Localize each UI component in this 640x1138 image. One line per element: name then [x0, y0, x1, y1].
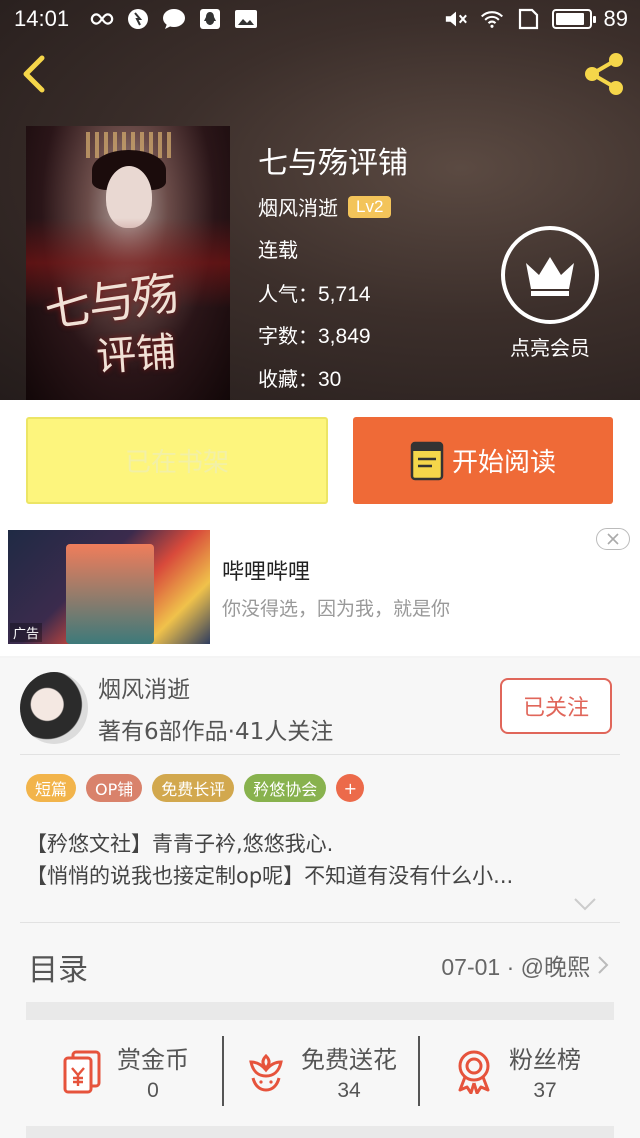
ad-image[interactable]: 广告 [8, 530, 210, 644]
book-title: 七与殇评铺 [258, 146, 408, 181]
follow-button[interactable]: 已关注 [500, 678, 612, 734]
battery-icon [551, 9, 596, 29]
sim-icon [516, 8, 540, 30]
toc-label[interactable]: 目录 [28, 945, 88, 989]
cover-subtitle: 评铺 [94, 329, 178, 381]
stat-label: 免费送花 [301, 1045, 397, 1074]
app-notification-icon [126, 8, 150, 30]
author-panel-stats: 著有6部作品·41人关注 [98, 719, 334, 745]
mute-icon [444, 8, 468, 30]
vip-label: 点亮会员 [510, 336, 590, 360]
author-panel-name[interactable]: 烟风消逝 [98, 670, 190, 704]
section-separator [26, 1126, 614, 1138]
description-line: 【矜悠文社】青青子衿,悠悠我心. [26, 832, 334, 856]
toc-latest: 07-01 · @晚熙 [441, 954, 590, 980]
on-shelf-label: 已在书架 [124, 448, 229, 478]
stat-label: 粉丝榜 [509, 1045, 581, 1074]
status-bar: 14:01 89 [0, 0, 640, 40]
stat-label: 赏金币 [117, 1045, 189, 1074]
stat-value: 37 [533, 1078, 557, 1102]
book-status: 连载 [258, 238, 298, 262]
tag-item[interactable]: 矜悠协会 [244, 774, 327, 802]
follow-label: 已关注 [522, 696, 589, 721]
fan-ranking-button[interactable]: 粉丝榜 37 [418, 1030, 614, 1112]
book-cover[interactable]: 七与殇 评铺 [26, 126, 230, 400]
support-stats: 赏金币 0 免费送花 34 粉丝榜 37 [26, 1030, 614, 1112]
tag-item[interactable]: 免费长评 [152, 774, 235, 802]
share-button[interactable] [578, 48, 630, 100]
word-count-stat: 字数：3,849 [258, 324, 371, 348]
share-icon [585, 53, 623, 95]
infinity-icon [90, 8, 114, 30]
stat-value: 34 [337, 1078, 361, 1102]
chevron-right-icon [598, 956, 609, 974]
wifi-icon [480, 8, 504, 30]
chat-icon [162, 8, 186, 30]
close-icon [607, 533, 619, 545]
book-icon [410, 441, 444, 480]
author-avatar[interactable] [20, 672, 88, 744]
image-notification-icon [234, 8, 258, 30]
medal-icon [458, 1050, 490, 1094]
ad-description: 你没得选，因为我，就是你 [222, 598, 451, 620]
status-time: 14:01 [14, 6, 70, 31]
toc-latest-link[interactable]: 07-01 · @晚熙 [441, 948, 610, 982]
section-separator [26, 1002, 614, 1020]
ad-title[interactable]: 哔哩哔哩 [222, 554, 310, 586]
tag-item[interactable]: 短篇 [26, 774, 77, 802]
send-flower-button[interactable]: 免费送花 34 [222, 1030, 418, 1112]
divider [20, 754, 620, 755]
divider [20, 922, 620, 923]
ad-close-button[interactable] [596, 528, 630, 550]
reward-coin-button[interactable]: 赏金币 0 [26, 1030, 222, 1112]
tag-list: 短篇 OP铺 免费长评 矜悠协会 + [26, 774, 365, 802]
stat-value: 0 [147, 1078, 159, 1102]
flower-icon [249, 1053, 283, 1092]
on-shelf-button[interactable]: 已在书架 [26, 417, 328, 504]
book-description[interactable]: 【矜悠文社】青青子衿,悠悠我心. 【悄悄的说我也接定制op呢】不知道有没有什么小… [26, 828, 606, 892]
author-name[interactable]: 烟风消逝 [258, 192, 338, 221]
tag-item[interactable]: OP铺 [86, 774, 143, 802]
level-badge: Lv2 [348, 195, 392, 218]
start-reading-label: 开始阅读 [451, 448, 556, 478]
qq-icon [198, 8, 222, 30]
book-header: 14:01 89 七与殇 评铺 七与殇评铺 烟风消逝 Lv2 连载 人气：5,7… [0, 0, 640, 400]
start-reading-button[interactable]: 开始阅读 [353, 417, 613, 504]
back-button[interactable] [16, 52, 56, 96]
description-line: 【悄悄的说我也接定制op呢】不知道有没有什么小... [26, 864, 514, 888]
popularity-stat: 人气：5,714 [258, 282, 371, 306]
crown-icon [526, 257, 574, 296]
ad-tag: 广告 [10, 623, 43, 642]
ad-banner[interactable]: 广告 哔哩哔哩 你没得选，因为我，就是你 [0, 522, 640, 656]
vip-button[interactable]: 点亮会员 [500, 226, 600, 361]
author-panel: 烟风消逝 著有6部作品·41人关注 已关注 短篇 OP铺 免费长评 矜悠协会 +… [0, 658, 640, 1138]
reward-coin-icon [63, 1050, 101, 1094]
action-bar: 已在书架 开始阅读 [0, 400, 640, 522]
battery-percent: 89 [603, 6, 628, 31]
chevron-down-icon[interactable] [572, 896, 598, 912]
more-tags-button[interactable]: + [336, 774, 365, 802]
favorites-stat: 收藏：30 [258, 367, 342, 391]
